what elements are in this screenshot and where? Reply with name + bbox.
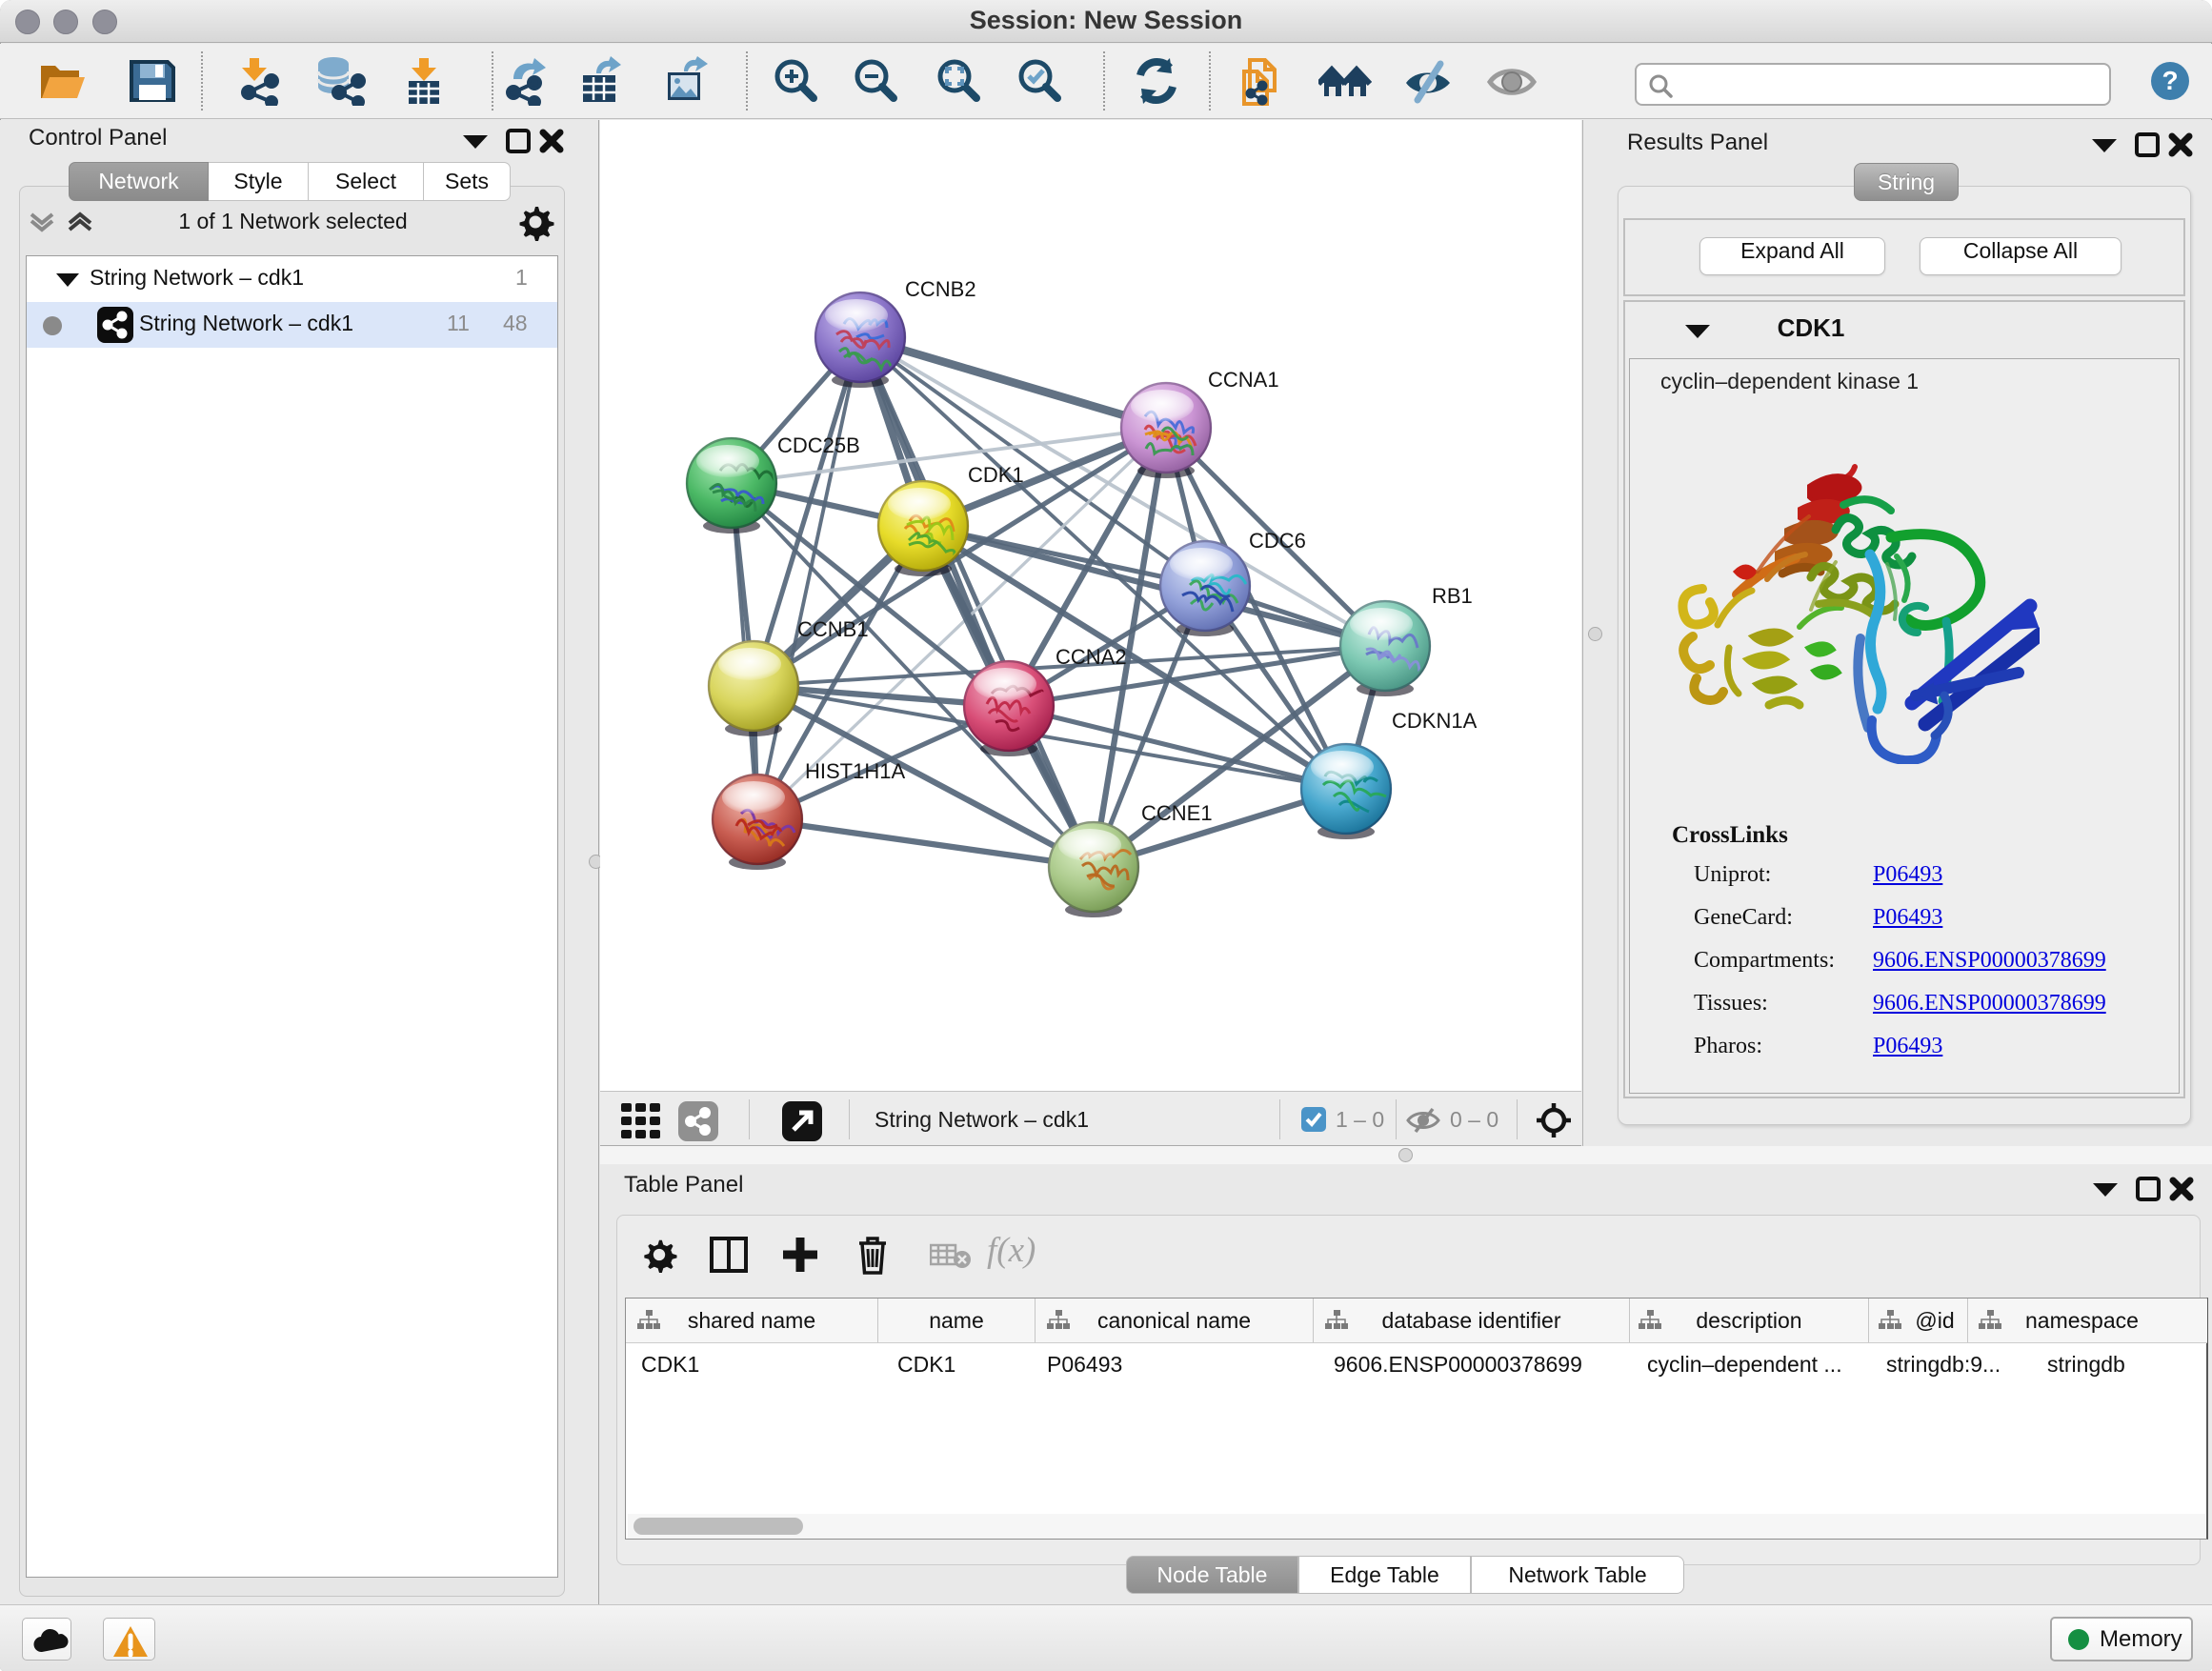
svg-text:CCNB1: CCNB1: [797, 617, 869, 641]
svg-text:CCNA2: CCNA2: [1056, 645, 1127, 669]
svg-text:CCNB2: CCNB2: [905, 277, 976, 301]
svg-text:CDC6: CDC6: [1249, 529, 1306, 553]
svg-text:RB1: RB1: [1432, 584, 1473, 608]
svg-text:CCNE1: CCNE1: [1141, 801, 1213, 825]
svg-text:CDKN1A: CDKN1A: [1392, 709, 1478, 733]
svg-text:CDK1: CDK1: [968, 463, 1024, 487]
svg-text:HIST1H1A: HIST1H1A: [805, 759, 905, 783]
svg-text:CCNA1: CCNA1: [1208, 368, 1279, 392]
svg-text:CDC25B: CDC25B: [777, 433, 860, 457]
svg-text:?: ?: [2162, 66, 2178, 95]
